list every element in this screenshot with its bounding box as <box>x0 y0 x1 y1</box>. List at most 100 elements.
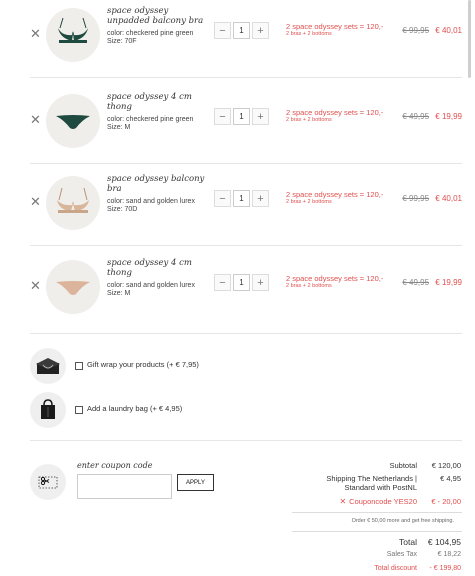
increase-quantity-button[interactable]: + <box>252 108 269 125</box>
quantity-stepper: − 1 + <box>214 22 269 39</box>
product-name[interactable]: space odyssey 4 cm thong <box>107 92 207 112</box>
promo-subtext: 2 bras + 2 bottoms <box>286 117 332 123</box>
quantity-input[interactable]: 1 <box>233 274 250 291</box>
original-price: € 99,95 <box>402 194 430 203</box>
original-price: € 99,95 <box>402 26 430 35</box>
shipping-value: € 4,95 <box>440 474 461 483</box>
remove-item-icon[interactable]: ✕ <box>30 112 41 128</box>
increase-quantity-button[interactable]: + <box>252 274 269 291</box>
coupon-row: ✕ Couponcode YES20 € - 20,00 <box>339 497 461 506</box>
product-image[interactable] <box>46 260 100 314</box>
product-name[interactable]: space odyssey balcony bra <box>107 174 207 194</box>
total-label: Total <box>399 537 417 547</box>
increase-quantity-button[interactable]: + <box>252 190 269 207</box>
promo-text: 2 space odyssey sets = 120,- <box>286 274 384 283</box>
total-discount-value: - € 199,80 <box>429 565 461 572</box>
total-row: Total € 104,95 <box>399 537 461 547</box>
quantity-input[interactable]: 1 <box>233 108 250 125</box>
price: € 49,95 € 19,99 <box>402 112 462 121</box>
remove-coupon-icon[interactable]: ✕ <box>339 497 346 506</box>
promo-note: 2 space odyssey sets = 120,- 2 bras + 2 … <box>286 22 404 38</box>
product-image[interactable] <box>46 8 100 62</box>
promo-note: 2 space odyssey sets = 120,- 2 bras + 2 … <box>286 274 404 290</box>
product-image[interactable] <box>46 94 100 148</box>
product-size: Size: M <box>107 289 131 297</box>
promo-note: 2 space odyssey sets = 120,- 2 bras + 2 … <box>286 108 404 124</box>
decrease-quantity-button[interactable]: − <box>214 108 231 125</box>
subtotal-value: € 120,00 <box>431 461 461 470</box>
laundry-bag-checkbox[interactable] <box>75 406 83 414</box>
product-name[interactable]: space odyssey 4 cm thong <box>107 258 207 278</box>
shipping-label-line-2: Standard with PostNL <box>344 483 417 492</box>
divider <box>30 245 462 246</box>
gift-wrap-label[interactable]: Gift wrap your products (+ € 7,95) <box>87 360 199 369</box>
subtotal-row: Subtotal € 120,00 <box>389 461 461 470</box>
sale-price: € 19,99 <box>435 112 462 121</box>
product-info: space odyssey 4 cm thong color: sand and… <box>107 258 207 297</box>
coupon-code-label: Couponcode YES20 <box>349 497 417 506</box>
product-size: Size: 70F <box>107 37 137 45</box>
subtotal-label: Subtotal <box>389 461 417 470</box>
quantity-stepper: − 1 + <box>214 190 269 207</box>
quantity-input[interactable]: 1 <box>233 22 250 39</box>
remove-item-icon[interactable]: ✕ <box>30 278 41 294</box>
cart-item: ✕ space odyssey 4 cm thong color: checke… <box>18 82 462 164</box>
promo-subtext: 2 bras + 2 bottoms <box>286 199 332 205</box>
original-price: € 49,95 <box>402 112 430 121</box>
decrease-quantity-button[interactable]: − <box>214 22 231 39</box>
remove-item-icon[interactable]: ✕ <box>30 194 41 210</box>
coupon-discount-value: € - 20,00 <box>431 497 461 506</box>
total-discount-row: Total discount - € 199,80 <box>374 565 461 572</box>
scrollbar[interactable] <box>465 0 473 90</box>
price: € 99,95 € 40,01 <box>402 194 462 203</box>
decrease-quantity-button[interactable]: − <box>214 274 231 291</box>
gift-wrap-checkbox[interactable] <box>75 362 83 370</box>
scrollbar-thumb[interactable] <box>468 0 471 78</box>
sale-price: € 40,01 <box>435 194 462 203</box>
product-info: space odyssey unpadded balcony bra color… <box>107 6 207 45</box>
scissors-coupon-icon <box>30 464 66 500</box>
sales-tax-label: Sales Tax <box>386 551 417 558</box>
product-color: color: sand and golden lurex <box>107 198 195 205</box>
promo-note: 2 space odyssey sets = 120,- 2 bras + 2 … <box>286 190 404 206</box>
product-image[interactable] <box>46 176 100 230</box>
product-info: space odyssey balcony bra color: sand an… <box>107 174 207 213</box>
sale-price: € 19,99 <box>435 278 462 287</box>
product-color: color: sand and golden lurex <box>107 282 195 289</box>
product-size: Size: M <box>107 123 131 131</box>
promo-subtext: 2 bras + 2 bottoms <box>286 31 332 37</box>
promo-text: 2 space odyssey sets = 120,- <box>286 22 384 31</box>
coupon-input[interactable] <box>77 474 172 499</box>
quantity-input[interactable]: 1 <box>233 190 250 207</box>
free-shipping-note: Order € 50,00 more and get free shipping… <box>292 512 462 532</box>
product-info: space odyssey 4 cm thong color: checkere… <box>107 92 207 131</box>
total-value: € 104,95 <box>427 537 461 547</box>
remove-item-icon[interactable]: ✕ <box>30 26 41 42</box>
price: € 99,95 € 40,01 <box>402 26 462 35</box>
increase-quantity-button[interactable]: + <box>252 22 269 39</box>
quantity-stepper: − 1 + <box>214 274 269 291</box>
product-size: Size: 70D <box>107 205 138 213</box>
coupon-label: enter coupon code <box>77 461 153 470</box>
quantity-stepper: − 1 + <box>214 108 269 125</box>
promo-text: 2 space odyssey sets = 120,- <box>286 190 384 199</box>
product-color: color: checkered pine green <box>107 30 194 37</box>
shipping-label-line-1: Shipping The Netherlands | <box>326 474 417 483</box>
gift-wrap-option: Gift wrap your products (+ € 7,95) <box>30 348 450 388</box>
laundry-bag-option: Add a laundry bag (+ € 4,95) <box>30 392 450 432</box>
gift-box-icon <box>30 348 66 384</box>
product-name[interactable]: space odyssey unpadded balcony bra <box>107 6 207 26</box>
laundry-bag-label[interactable]: Add a laundry bag (+ € 4,95) <box>87 404 182 413</box>
shipping-label: Shipping The Netherlands | Standard with… <box>326 474 417 492</box>
divider <box>30 77 462 78</box>
sales-tax-row: Sales Tax € 18,22 <box>387 551 461 558</box>
apply-coupon-button[interactable]: APPLY <box>177 474 214 491</box>
price: € 49,95 € 19,99 <box>402 278 462 287</box>
shipping-row: Shipping The Netherlands | Standard with… <box>326 474 461 492</box>
divider <box>30 440 462 441</box>
cart-item: ✕ space odyssey 4 cm thong color: sand a… <box>18 248 462 330</box>
decrease-quantity-button[interactable]: − <box>214 190 231 207</box>
cart-item: ✕ space odyssey balcony bra color: sand … <box>18 164 462 246</box>
original-price: € 49,95 <box>402 278 430 287</box>
promo-text: 2 space odyssey sets = 120,- <box>286 108 384 117</box>
